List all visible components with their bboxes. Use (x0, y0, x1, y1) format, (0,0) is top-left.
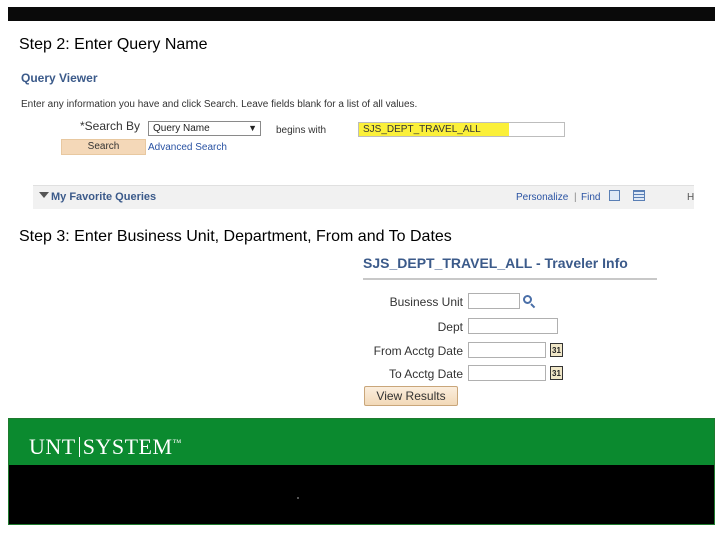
advanced-search-link[interactable]: Advanced Search (148, 142, 227, 153)
traveler-info-form: SJS_DEPT_TRAVEL_ALL - Traveler Info Busi… (360, 250, 660, 415)
truncated-header-text: H (687, 192, 695, 203)
logo-unt: UNT (29, 434, 76, 459)
dept-input[interactable] (468, 318, 558, 334)
step3-title: Step 3: Enter Business Unit, Department,… (19, 228, 452, 245)
favorite-queries-header[interactable]: My Favorite Queries Personalize | Find H (33, 185, 694, 209)
business-unit-label: Business Unit (389, 295, 463, 309)
to-date-label: To Acctg Date (388, 367, 463, 381)
chevron-down-icon: ▼ (248, 123, 257, 133)
top-black-bar (8, 7, 715, 21)
query-viewer-instructions: Enter any information you have and click… (21, 99, 418, 110)
view-results-button[interactable]: View Results (364, 386, 458, 406)
view-all-icon[interactable] (609, 190, 620, 201)
favorite-queries-label: My Favorite Queries (51, 191, 157, 203)
business-unit-input[interactable] (468, 293, 520, 309)
step2-title: Step 2: Enter Query Name (19, 36, 208, 53)
footer-banner: UNT SYSTEM™ (8, 418, 715, 525)
title-divider (363, 278, 657, 280)
find-link[interactable]: Find (581, 192, 600, 203)
logo-trademark: ™ (172, 437, 182, 448)
from-date-input[interactable] (468, 342, 546, 358)
from-date-label: From Acctg Date (373, 344, 463, 358)
grid-icon[interactable] (633, 190, 645, 201)
logo-divider (78, 437, 80, 457)
search-icon[interactable] (523, 295, 536, 309)
query-name-value: SJS_DEPT_TRAVEL_ALL (359, 123, 509, 136)
query-viewer-screenshot: Query Viewer Enter any information you h… (14, 62, 694, 212)
search-by-select[interactable]: Query Name ▼ (148, 121, 261, 136)
logo-system: SYSTEM (82, 434, 173, 459)
personalize-link[interactable]: Personalize (516, 192, 568, 203)
calendar-icon[interactable]: 31 (550, 343, 563, 357)
operator-text: begins with (276, 125, 327, 136)
footer-dot (297, 497, 299, 499)
query-name-input[interactable]: SJS_DEPT_TRAVEL_ALL (358, 122, 565, 137)
query-viewer-title: Query Viewer (21, 71, 98, 85)
collapse-arrow-icon[interactable] (39, 192, 49, 198)
traveler-form-title: SJS_DEPT_TRAVEL_ALL - Traveler Info (363, 255, 628, 271)
search-by-label: *Search By (80, 119, 141, 133)
link-separator: | (574, 192, 577, 203)
to-date-input[interactable] (468, 365, 546, 381)
unt-system-logo: UNT SYSTEM™ (29, 434, 182, 460)
search-by-select-value: Query Name (153, 123, 210, 134)
calendar-icon[interactable]: 31 (550, 366, 563, 380)
search-button[interactable]: Search (61, 139, 146, 155)
dept-label: Dept (437, 320, 463, 334)
